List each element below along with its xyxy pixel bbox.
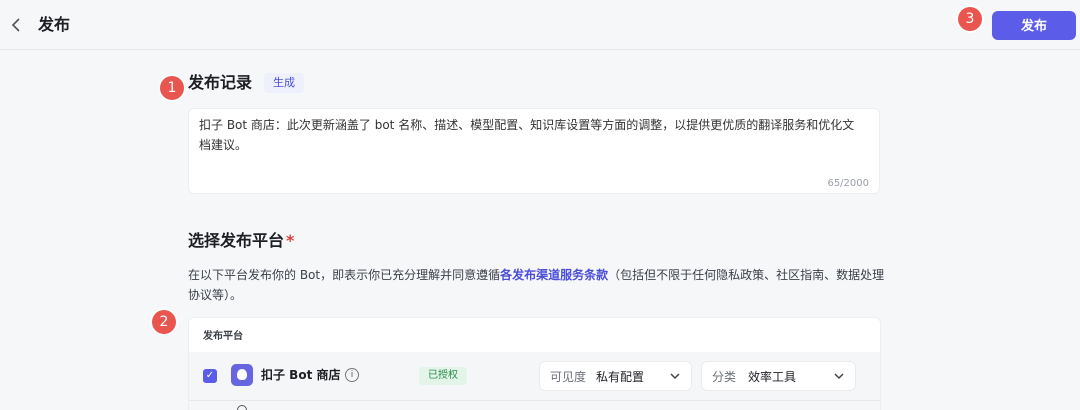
chevron-down-icon bbox=[833, 368, 845, 389]
release-notes-text[interactable]: 扣子 Bot 商店：此次更新涵盖了 bot 名称、描述、模型配置、知识库设置等方… bbox=[199, 115, 859, 155]
table-row: ✓ 扣子 Bot 商店 i 已授权 可见度 私有配置 分类 效率工具 bbox=[189, 352, 880, 400]
page-title: 发布 bbox=[38, 15, 71, 34]
table-row bbox=[189, 400, 880, 410]
visibility-value: 私有配置 bbox=[596, 370, 645, 384]
info-icon[interactable]: i bbox=[345, 368, 359, 382]
bot-store-icon bbox=[231, 364, 253, 386]
step-badge-3: 3 bbox=[958, 7, 982, 31]
visibility-label: 可见度 bbox=[550, 370, 587, 384]
platform-section-title: 选择发布平台 * bbox=[188, 231, 294, 251]
release-notes-title: 发布记录 bbox=[188, 73, 253, 92]
step-badge-2: 2 bbox=[152, 310, 176, 334]
top-bar: 发布 发布 bbox=[0, 0, 1080, 50]
table-header-platform: 发布平台 bbox=[203, 331, 243, 342]
category-value: 效率工具 bbox=[748, 370, 797, 384]
platform-section-title-text: 选择发布平台 bbox=[188, 231, 285, 250]
chevron-down-icon bbox=[669, 368, 681, 389]
publish-button[interactable]: 发布 bbox=[992, 11, 1076, 40]
chevron-left-icon[interactable] bbox=[10, 15, 26, 35]
terms-link[interactable]: 各发布渠道服务条款 bbox=[500, 268, 608, 282]
visibility-select[interactable]: 可见度 私有配置 bbox=[539, 361, 692, 391]
generate-button[interactable]: 生成 bbox=[264, 73, 304, 93]
platform-icon bbox=[237, 405, 247, 410]
char-counter: 65/2000 bbox=[827, 178, 869, 189]
step-badge-1: 1 bbox=[160, 76, 184, 100]
platform-checkbox[interactable]: ✓ bbox=[203, 369, 217, 383]
category-label: 分类 bbox=[712, 370, 737, 384]
desc-text-before: 在以下平台发布你的 Bot，即表示你已充分理解并同意遵循 bbox=[188, 268, 501, 282]
status-badge: 已授权 bbox=[419, 367, 467, 385]
platform-table: 发布平台 ✓ 扣子 Bot 商店 i 已授权 可见度 私有配置 分类 效率工具 bbox=[188, 317, 881, 410]
platform-name: 扣子 Bot 商店 bbox=[261, 368, 341, 382]
release-notes-textarea[interactable]: 扣子 Bot 商店：此次更新涵盖了 bot 名称、描述、模型配置、知识库设置等方… bbox=[188, 108, 880, 194]
platform-description: 在以下平台发布你的 Bot，即表示你已充分理解并同意遵循各发布渠道服务条款（包括… bbox=[188, 265, 888, 305]
required-mark: * bbox=[286, 231, 295, 250]
category-select[interactable]: 分类 效率工具 bbox=[701, 361, 856, 391]
